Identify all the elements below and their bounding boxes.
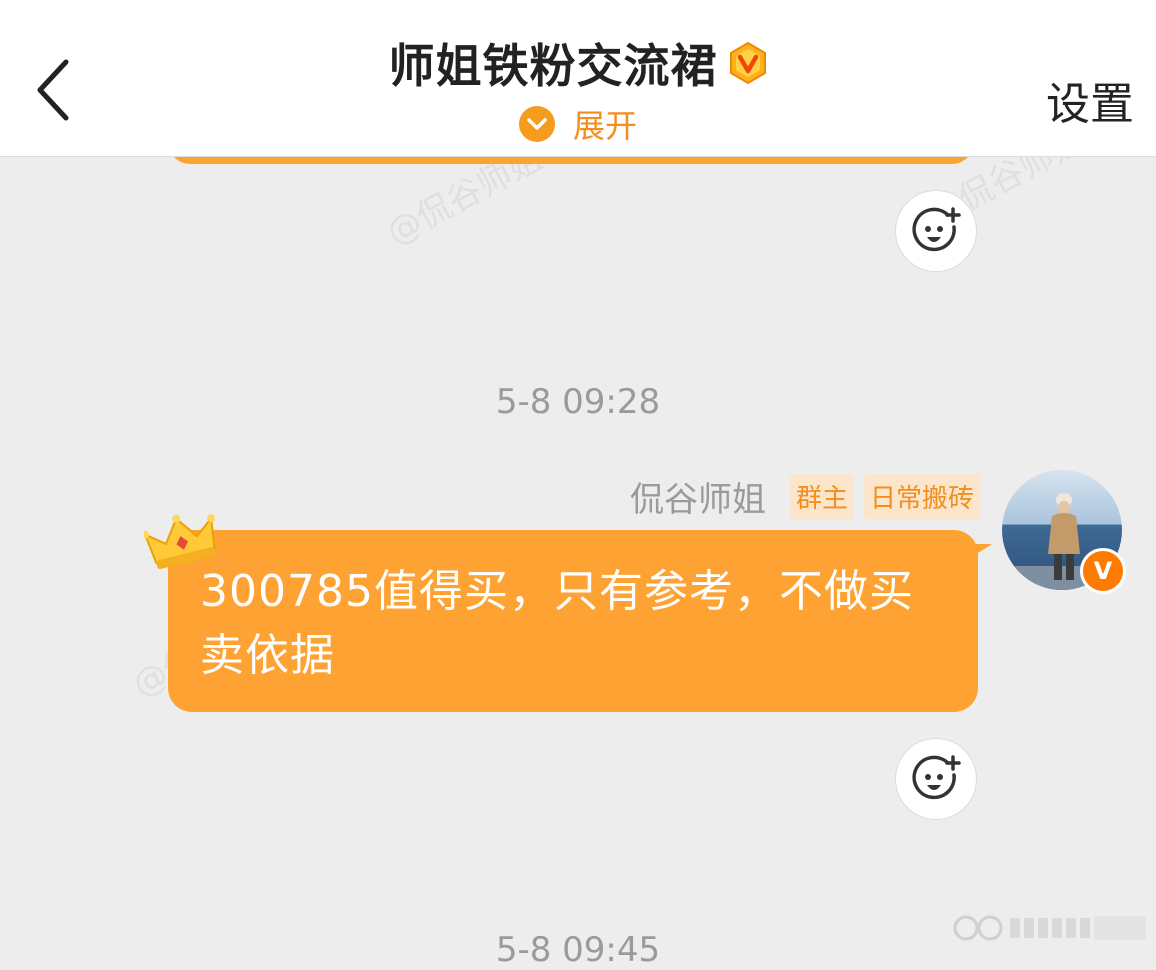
expand-label: 展开 bbox=[572, 107, 637, 145]
add-reaction-icon bbox=[912, 207, 961, 252]
sender-info: 侃谷师姐 群主 日常搬砖 bbox=[630, 472, 980, 521]
crown-icon bbox=[144, 514, 216, 569]
add-reaction-icon bbox=[912, 755, 961, 800]
add-reaction-button[interactable] bbox=[895, 738, 977, 820]
settings-button[interactable]: 设置 bbox=[1046, 68, 1134, 132]
sender-name[interactable]: 侃谷师姐 bbox=[630, 472, 766, 521]
chevron-down-icon bbox=[518, 106, 555, 142]
expand-toggle[interactable]: 展开 bbox=[0, 102, 1156, 146]
bubble-tail bbox=[970, 544, 992, 558]
vip-badge-icon bbox=[729, 41, 766, 85]
message-timestamp: 5-8 09:28 bbox=[495, 382, 661, 422]
role-tag-owner: 群主 bbox=[789, 473, 854, 519]
platform-watermark bbox=[952, 912, 1148, 944]
title-tag: 日常搬砖 bbox=[863, 473, 980, 519]
verified-v-icon: V bbox=[1080, 548, 1126, 594]
message-bubble[interactable]: 300785值得买，只有参考，不做买卖依据 bbox=[168, 530, 978, 712]
chat-header: 师姐铁粉交流裙 展开 设置 bbox=[0, 0, 1156, 157]
add-reaction-button[interactable] bbox=[895, 190, 977, 272]
message-text: 300785值得买，只有参考，不做买卖依据 bbox=[200, 566, 914, 681]
watermark-logo-icon bbox=[953, 915, 1146, 941]
group-title[interactable]: 师姐铁粉交流裙 bbox=[389, 30, 718, 96]
